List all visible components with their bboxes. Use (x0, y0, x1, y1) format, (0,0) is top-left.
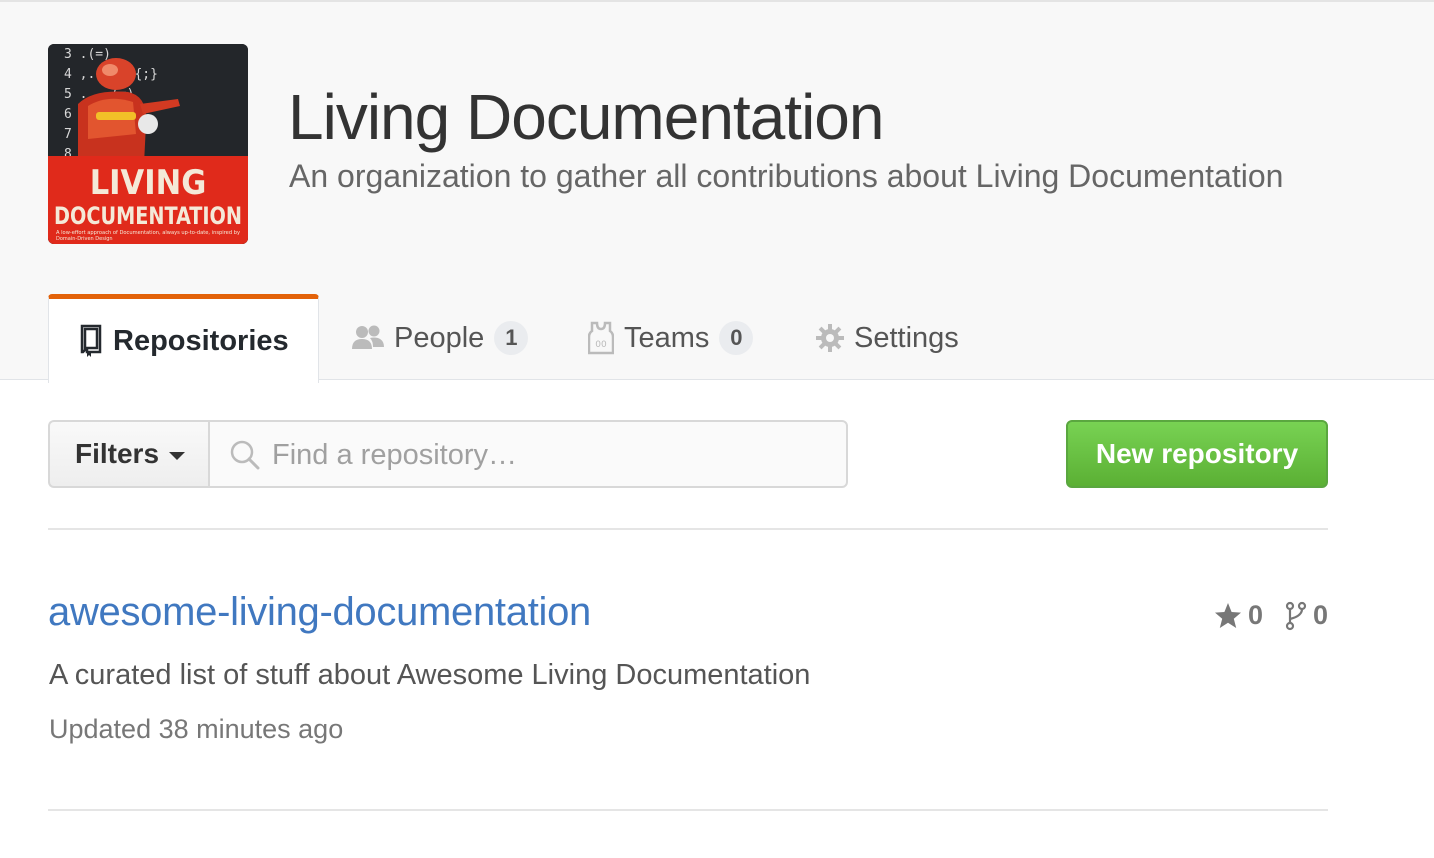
avatar-code-line: 3 .(=) (64, 47, 111, 62)
org-name: Living Documentation (288, 81, 884, 153)
divider (48, 809, 1328, 811)
forks-count: 0 (1312, 600, 1328, 630)
avatar-subtitle-line2: Domain-Driven Design (56, 236, 113, 242)
avatar-title-line2: DOCUMENTATION (54, 202, 242, 230)
repo-name-link[interactable]: awesome-living-documentation (48, 590, 591, 635)
people-icon (352, 325, 384, 351)
repo-search-input[interactable] (270, 432, 834, 478)
org-avatar[interactable]: 3 .(=)4 ,.){;;;{;}5 ....(=)678 LIVING DO… (48, 44, 248, 244)
tab-teams[interactable]: 00 Teams 0 (588, 294, 754, 382)
stars-count: 0 (1247, 600, 1263, 630)
divider (48, 528, 1328, 530)
new-repository-button[interactable]: New repository (1066, 420, 1328, 488)
repo-stars[interactable]: 0 (1214, 600, 1263, 631)
repo-icon (79, 324, 103, 358)
svg-text:00: 00 (595, 340, 607, 350)
org-description: An organization to gather all contributi… (289, 158, 1284, 194)
caret-down-icon (169, 451, 186, 460)
jersey-icon: 00 (588, 321, 614, 355)
filters-label: Filters (75, 438, 160, 469)
tab-repositories-label: Repositories (113, 324, 289, 357)
repo-forks[interactable]: 0 (1285, 600, 1328, 631)
repo-description: A curated list of stuff about Awesome Li… (49, 659, 811, 691)
avatar-title-line1: LIVING (90, 163, 207, 203)
gear-icon (816, 324, 844, 352)
fork-icon (1285, 601, 1307, 630)
tab-people[interactable]: People 1 (352, 294, 529, 382)
tab-settings[interactable]: Settings (816, 294, 959, 382)
avatar-code-line: 7 (64, 127, 72, 142)
org-header: 3 .(=)4 ,.){;;;{;}5 ....(=)678 LIVING DO… (0, 0, 1434, 383)
people-count: 1 (494, 321, 529, 355)
avatar-image: 3 .(=)4 ,.){;;;{;}5 ....(=)678 LIVING DO… (48, 44, 248, 244)
tab-teams-label: Teams (624, 321, 710, 354)
tab-settings-label: Settings (854, 321, 959, 354)
search-icon (230, 440, 260, 475)
star-icon (1214, 602, 1241, 628)
tab-repositories[interactable]: Repositories (48, 294, 319, 383)
avatar-code-line: 6 (64, 107, 72, 122)
repo-updated: Updated 38 minutes ago (49, 714, 344, 744)
repo-search (208, 420, 848, 488)
tab-people-label: People (394, 321, 485, 354)
repo-stats: 0 0 (1214, 600, 1328, 631)
filters-dropdown[interactable]: Filters (48, 420, 208, 488)
teams-count: 0 (719, 321, 754, 355)
